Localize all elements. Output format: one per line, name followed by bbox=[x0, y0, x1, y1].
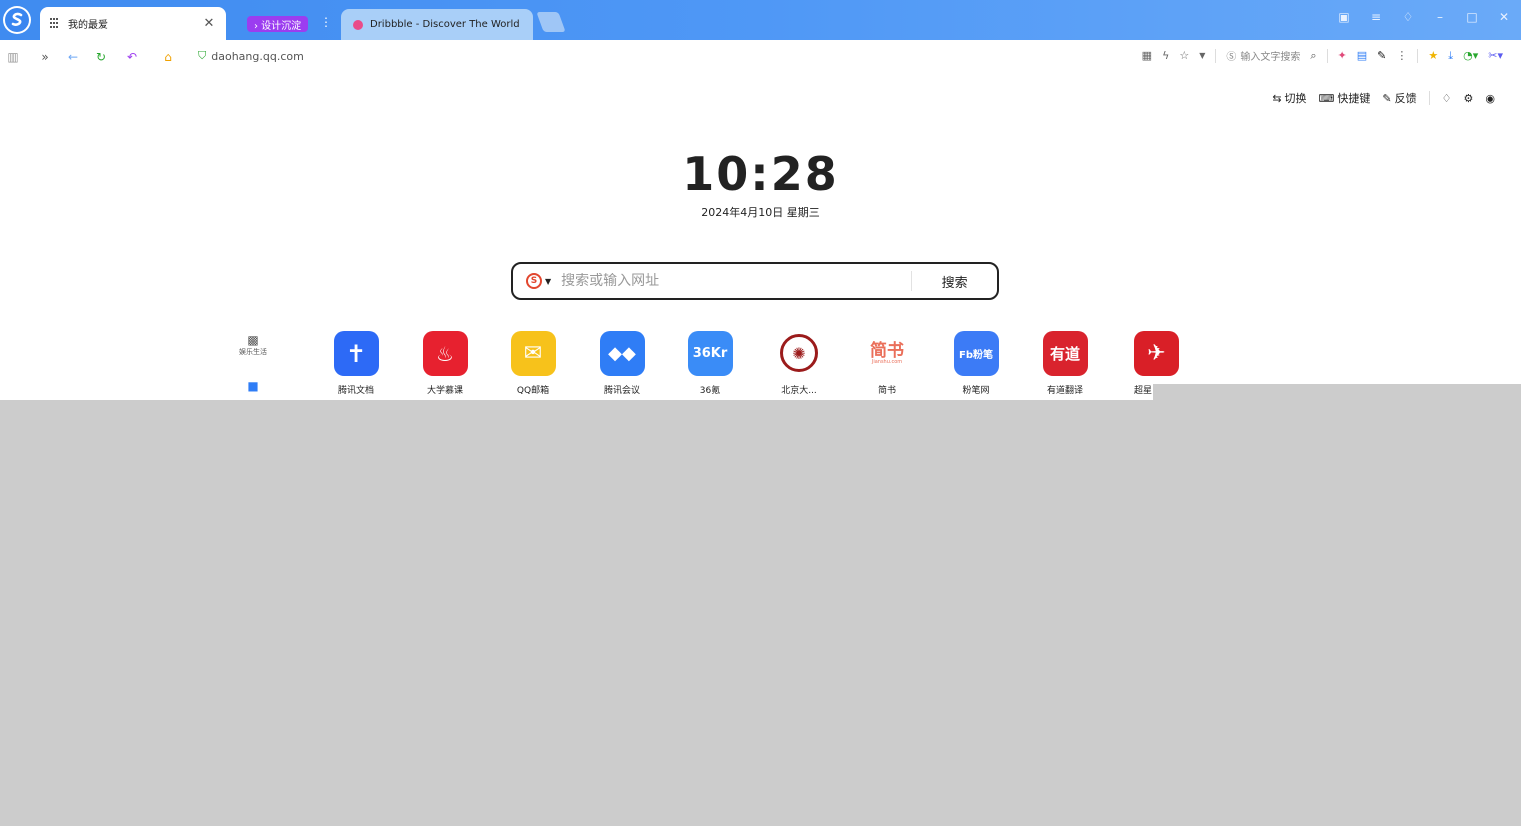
history-icon[interactable]: ◔▾ bbox=[1463, 49, 1478, 62]
app-peking-university[interactable]: ✺ 北京大... bbox=[764, 331, 834, 396]
address-toolbar: ▥ » ← ↻ ↶ ⌂ ⛉ daohang.qq.com ▦ ϟ ☆ ▼ Ⓢ 输… bbox=[0, 40, 1521, 73]
dropdown-icon[interactable]: ▼ bbox=[1199, 51, 1205, 60]
sogou-icon: Ⓢ bbox=[1226, 52, 1237, 63]
inline-search-placeholder: 输入文字搜索 bbox=[1240, 52, 1301, 63]
gray-overlay bbox=[1153, 384, 1521, 400]
url-field[interactable]: ⛉ daohang.qq.com bbox=[198, 49, 304, 63]
tencent-docs-icon: ✝ bbox=[333, 331, 379, 376]
minimize-icon[interactable]: – bbox=[1433, 10, 1447, 24]
dribbble-icon bbox=[353, 19, 363, 30]
36kr-icon: 36Kr bbox=[687, 331, 733, 376]
menu-icon[interactable]: ≡ bbox=[1369, 10, 1383, 24]
search-engine-selector[interactable]: S ▼ bbox=[526, 273, 551, 289]
search-button[interactable]: 搜索 bbox=[912, 272, 997, 291]
search-input[interactable] bbox=[561, 273, 912, 289]
eye-icon[interactable]: ◉ bbox=[1485, 92, 1495, 105]
youdao-icon: 有道 bbox=[1042, 331, 1088, 376]
divider bbox=[1428, 91, 1430, 105]
settings-icon[interactable]: ⚙ bbox=[1464, 92, 1474, 105]
edit-icon: ✎ bbox=[1382, 91, 1392, 105]
keyboard-icon: ⌨ bbox=[1318, 91, 1335, 105]
title-bar: 我的最爱 ✕ › 设计沉淀 ⋮ Dribbble - Discover The … bbox=[0, 0, 1521, 40]
grid-icon bbox=[50, 17, 62, 30]
favorites-icon[interactable]: ★ bbox=[1428, 49, 1438, 62]
app-jianshu[interactable]: 简书 Jianshu.com 简书 bbox=[852, 331, 922, 396]
clock: 10:28 bbox=[682, 147, 839, 201]
briefcase-icon: ■ bbox=[247, 379, 259, 393]
app-university-mooc[interactable]: ♨ 大学慕课 bbox=[410, 331, 480, 396]
more-vertical-icon[interactable]: ⋮ bbox=[320, 15, 332, 29]
shortcuts-button[interactable]: ⌨ 快捷键 bbox=[1319, 90, 1371, 106]
switch-icon: ⇆ bbox=[1272, 91, 1282, 105]
divider bbox=[1417, 48, 1419, 63]
gamepad-icon: ▩ bbox=[247, 333, 259, 347]
app-fenbi[interactable]: Fb粉笔 粉笔网 bbox=[941, 331, 1011, 396]
category-work[interactable]: ■ bbox=[232, 379, 274, 393]
date: 2024年4月10日 星期三 bbox=[701, 206, 820, 219]
undo-close-icon[interactable]: ↶ bbox=[124, 49, 140, 65]
skin-icon[interactable]: ♢ bbox=[1401, 10, 1415, 24]
pen-icon[interactable]: ✎ bbox=[1377, 49, 1386, 62]
app-youdao-translate[interactable]: 有道 有道翻译 bbox=[1030, 331, 1100, 396]
expand-icon[interactable]: » bbox=[37, 49, 53, 65]
pku-seal-icon: ✺ bbox=[780, 334, 818, 372]
home-icon[interactable]: ⌂ bbox=[160, 49, 176, 65]
tab-group-design[interactable]: › 设计沉淀 bbox=[247, 16, 309, 32]
maximize-icon[interactable]: □ bbox=[1465, 10, 1479, 24]
close-tab-icon[interactable]: ✕ bbox=[202, 16, 216, 31]
tab-dribbble[interactable]: Dribbble - Discover The World bbox=[341, 9, 533, 40]
back-icon[interactable]: ← bbox=[65, 49, 81, 65]
close-window-icon[interactable]: ✕ bbox=[1497, 10, 1511, 24]
feedback-button[interactable]: ✎ 反馈 bbox=[1382, 90, 1416, 106]
tab-favorites[interactable]: 我的最爱 ✕ bbox=[40, 7, 226, 40]
toolbar-right: ▦ ϟ ☆ ▼ Ⓢ 输入文字搜索 ⌕ ✦ ▤ ✎ ⋮ ★ ⤓ ◔▾ ✂▾ bbox=[1142, 48, 1503, 63]
sidebar-toggle-icon[interactable]: ▥ bbox=[5, 49, 21, 65]
more-icon[interactable]: ⋮ bbox=[1396, 49, 1407, 62]
url-text: daohang.qq.com bbox=[211, 49, 304, 63]
fenbi-icon: Fb粉笔 bbox=[953, 331, 999, 376]
translate-icon[interactable]: ▤ bbox=[1357, 49, 1367, 62]
search-box: S ▼ 搜索 bbox=[511, 262, 999, 300]
flame-icon: ♨ bbox=[422, 331, 468, 376]
page-top-actions: ⇆ 切换 ⌨ 快捷键 ✎ 反馈 ♢ ⚙ ◉ bbox=[1272, 90, 1495, 106]
app-tencent-docs[interactable]: ✝ 腾讯文档 bbox=[321, 331, 391, 396]
meeting-icon: ◆◆ bbox=[599, 331, 645, 376]
lightning-icon[interactable]: ϟ bbox=[1162, 49, 1169, 62]
new-tab-button[interactable] bbox=[536, 12, 566, 32]
inline-search[interactable]: Ⓢ 输入文字搜索 bbox=[1226, 48, 1300, 63]
category-entertainment[interactable]: ▩ 娱乐生活 bbox=[232, 333, 274, 357]
ai-assistant-icon[interactable]: ✦ bbox=[1338, 49, 1347, 62]
qr-code-icon[interactable]: ▦ bbox=[1142, 49, 1152, 62]
mail-icon: ✉ bbox=[510, 331, 556, 376]
switch-button[interactable]: ⇆ 切换 bbox=[1272, 90, 1306, 106]
reader-icon[interactable]: ▣ bbox=[1337, 10, 1351, 24]
refresh-icon[interactable]: ↻ bbox=[93, 49, 109, 65]
new-tab-page: ⇆ 切换 ⌨ 快捷键 ✎ 反馈 ♢ ⚙ ◉ 10:28 2024年4月10日 星期三 … bbox=[0, 73, 1521, 400]
window-controls: ▣ ≡ ♢ – □ ✕ bbox=[1337, 10, 1511, 24]
search-icon[interactable]: ⌕ bbox=[1310, 49, 1316, 63]
skin-icon[interactable]: ♢ bbox=[1442, 92, 1452, 105]
screenshot-icon[interactable]: ✂▾ bbox=[1488, 49, 1503, 62]
app-tencent-meeting[interactable]: ◆◆ 腾讯会议 bbox=[587, 331, 657, 396]
app-qq-mail[interactable]: ✉ QQ邮箱 bbox=[498, 331, 568, 396]
divider bbox=[1215, 48, 1217, 63]
tab-title: 我的最爱 bbox=[68, 20, 108, 31]
secure-shield-icon: ⛉ bbox=[198, 49, 207, 62]
app-36kr[interactable]: 36Kr 36氪 bbox=[675, 331, 745, 396]
chaoxing-icon: ✈ bbox=[1134, 331, 1179, 376]
jianshu-icon: 简书 Jianshu.com bbox=[864, 331, 910, 376]
star-icon[interactable]: ☆ bbox=[1179, 49, 1189, 62]
caret-down-icon: ▼ bbox=[545, 276, 552, 286]
tab-title-dribbble: Dribbble - Discover The World bbox=[370, 19, 520, 30]
download-icon[interactable]: ⤓ bbox=[1448, 49, 1453, 63]
sogou-icon: S bbox=[526, 273, 542, 289]
sogou-browser-logo[interactable] bbox=[3, 6, 31, 34]
divider bbox=[1326, 48, 1328, 63]
